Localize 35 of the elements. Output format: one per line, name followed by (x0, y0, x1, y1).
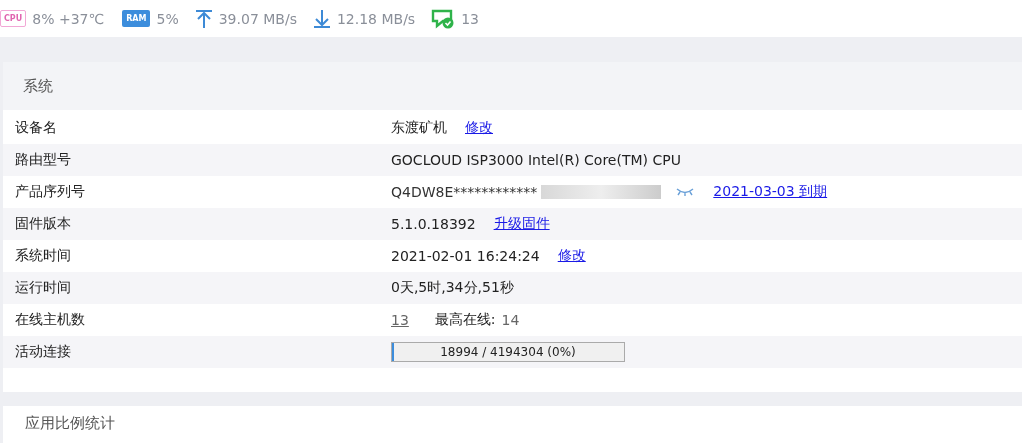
field-value: 2021-02-01 16:24:24 (391, 248, 540, 264)
upload-arrow-icon (194, 8, 213, 29)
upload-speed: 39.07 MB/s (218, 10, 297, 27)
field-label: 固件版本 (14, 215, 72, 233)
field-label: 路由型号 (14, 151, 72, 169)
field-label: 系统时间 (14, 247, 72, 265)
field-value: 5.1.0.18392 (391, 216, 476, 232)
eye-closed-icon[interactable] (675, 187, 696, 197)
field-value: 东渡矿机 (391, 119, 447, 137)
field-value: 0天,5时,34分,51秒 (391, 279, 514, 297)
connections-reading: 18994 / 4194304 (0%) (440, 345, 576, 359)
field-label: 运行时间 (14, 279, 72, 297)
ram-icon: RAM (122, 10, 151, 27)
download-arrow-icon (312, 8, 331, 29)
download-speed: 12.18 MB/s (336, 10, 416, 27)
monitor-check-icon (431, 8, 456, 29)
masked-serial: Q4DW8E************ (391, 184, 538, 200)
action-link[interactable]: 2021-03-03 到期 (713, 183, 828, 201)
max-online-label: 最高在线: (434, 311, 496, 329)
action-link[interactable]: 修改 (465, 119, 493, 137)
field-value: GOCLOUD ISP3000 Intel(R) Core(TM) CPU (391, 152, 681, 168)
panel-title: 应用比例统计 (25, 414, 115, 432)
cpu-icon: CPU (0, 10, 27, 27)
field-label: 在线主机数 (14, 311, 86, 329)
max-online-value: 14 (501, 312, 520, 328)
field-label: 产品序列号 (14, 183, 86, 201)
field-label: 设备名 (14, 119, 58, 137)
action-link[interactable]: 修改 (557, 247, 586, 265)
cpu-reading: 8% +37℃ (32, 10, 105, 27)
ram-reading: 5% (156, 10, 179, 27)
panel-title: 系统 (23, 76, 53, 96)
online-hosts-count: 13 (461, 10, 479, 27)
action-link[interactable]: 升级固件 (493, 215, 550, 233)
online-hosts-link[interactable]: 13 (391, 312, 409, 328)
field-label: 活动连接 (14, 343, 72, 361)
